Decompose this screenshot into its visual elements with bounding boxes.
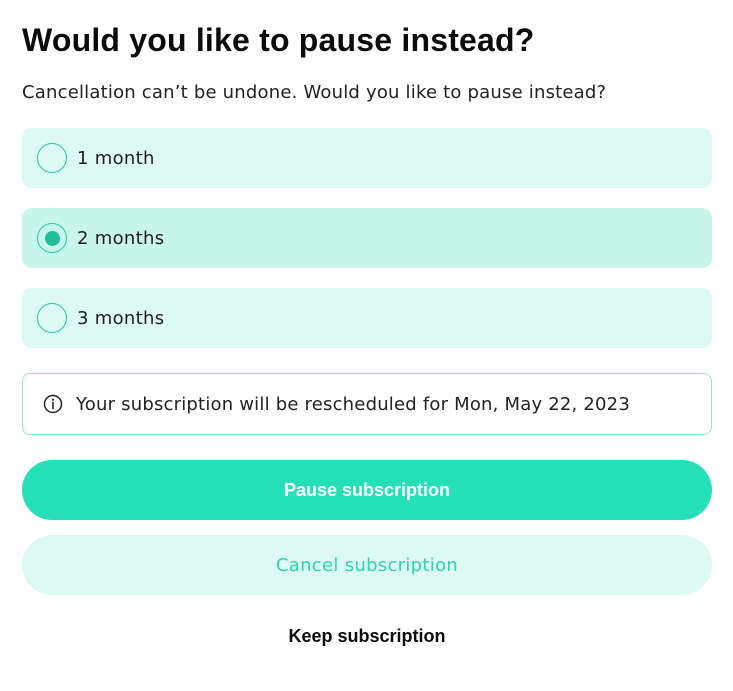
option-3-months[interactable]: 3 months [22,288,712,348]
option-label: 1 month [77,147,155,169]
radio-dot [44,230,60,246]
reschedule-notice: Your subscription will be rescheduled fo… [22,373,712,435]
radio-button[interactable] [37,223,67,253]
radio-button[interactable] [37,303,67,333]
keep-subscription-link[interactable]: Keep subscription [22,626,712,647]
page-title: Would you like to pause instead? [22,22,535,58]
pause-subscription-button[interactable]: Pause subscription [22,460,712,520]
subtitle: Cancellation can’t be undone. Would you … [22,82,607,103]
option-1-month[interactable]: 1 month [22,128,712,188]
cancel-subscription-button[interactable]: Cancel subscription [22,535,712,595]
option-2-months[interactable]: 2 months [22,208,712,268]
radio-button[interactable] [37,143,67,173]
info-icon [43,394,63,414]
option-label: 3 months [77,307,165,329]
option-label: 2 months [77,227,165,249]
reschedule-text: Your subscription will be rescheduled fo… [76,393,630,415]
